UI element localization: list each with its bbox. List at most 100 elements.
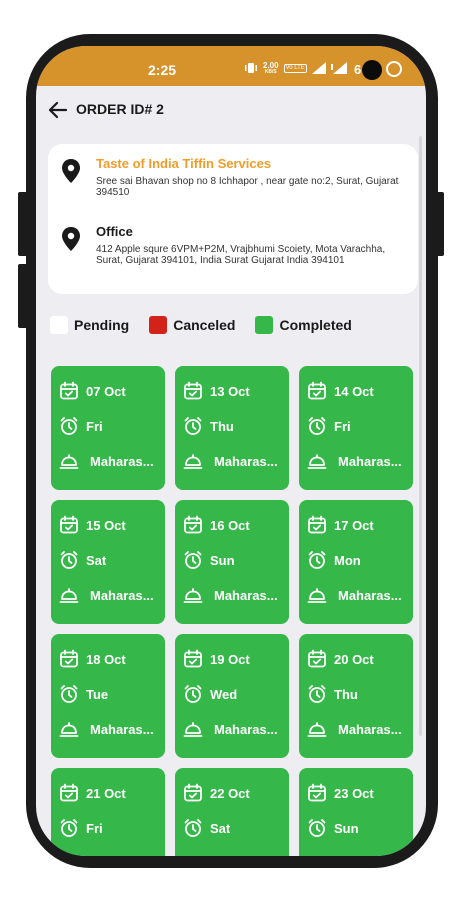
day-date-text: 20 Oct [334,651,374,667]
calendar-check-icon [60,381,78,400]
day-weekday: Fri [307,416,351,436]
meal-cloche-icon [59,853,79,856]
alarm-clock-icon [308,551,326,569]
alarm-clock-icon [60,417,78,435]
location-pin-icon [62,159,80,183]
day-meal: Maharas... [307,451,402,471]
day-meal [59,853,90,856]
front-camera [362,60,382,80]
day-meal-text: Maharas... [90,587,154,603]
status-legend: Pending Canceled Completed [50,314,372,336]
day-weekday-text: Sat [210,820,231,836]
legend-canceled: Canceled [149,316,235,334]
day-weekday: Fri [59,818,103,838]
status-battery-text: 6 [354,62,362,77]
legend-swatch [255,316,274,334]
day-meal: Maharas... [183,585,278,605]
day-date-text: 23 Oct [334,785,374,801]
day-meal-text: Maharas... [90,453,154,469]
day-meal [183,853,214,856]
day-weekday-text: Sat [86,552,107,568]
signal-icon [311,62,326,74]
day-weekday: Fri [59,416,103,436]
meal-cloche-icon [183,722,203,737]
meal-cloche-icon [59,454,79,469]
day-card[interactable]: 22 Oct Sat [175,768,289,856]
day-meal: Maharas... [59,719,154,739]
legend-completed: Completed [255,316,352,334]
app-header: ORDER ID# 2 [36,86,426,142]
day-date: 17 Oct [307,515,374,535]
day-weekday: Wed [183,684,237,704]
day-card[interactable]: 23 Oct Sun [299,768,413,856]
day-meal: Maharas... [183,451,278,471]
day-date-text: 22 Oct [210,785,250,801]
address-card: Taste of India Tiffin Services Sree sai … [48,144,418,294]
volte-badge: Vo LTE [283,63,307,73]
day-card[interactable]: 18 Oct Tue Maharas... [51,634,165,758]
day-date-text: 14 Oct [334,383,374,399]
status-bar: 2:25 2.00 KB/S Vo LTE 6 [36,46,426,86]
day-card[interactable]: 17 Oct Mon Maharas... [299,500,413,624]
day-meal-text: Maharas... [214,721,278,737]
day-meal-text: Maharas... [338,453,402,469]
calendar-check-icon [60,783,78,802]
day-weekday: Thu [307,684,358,704]
alarm-clock-icon [184,685,202,703]
meal-cloche-icon [183,853,203,856]
alarm-clock-icon [184,417,202,435]
day-card[interactable]: 21 Oct Fri [51,768,165,856]
calendar-check-icon [184,381,202,400]
day-weekday: Tue [59,684,108,704]
vibrate-icon [244,62,258,74]
day-weekday: Mon [307,550,361,570]
day-weekday-text: Tue [86,686,109,702]
alarm-clock-icon [308,819,326,837]
status-time: 2:25 [148,62,177,78]
battery-icon [386,61,402,77]
day-date: 18 Oct [59,649,126,669]
alarm-clock-icon [308,685,326,703]
day-card[interactable]: 13 Oct Thu Maharas... [175,366,289,490]
day-meal-text: Maharas... [90,721,154,737]
day-card[interactable]: 15 Oct Sat Maharas... [51,500,165,624]
day-date-text: 21 Oct [86,785,126,801]
alarm-clock-icon [184,819,202,837]
meal-cloche-icon [307,454,327,469]
alarm-clock-icon [60,819,78,837]
day-card[interactable]: 16 Oct Sun Maharas... [175,500,289,624]
alarm-clock-icon [60,551,78,569]
day-weekday-text: Fri [86,418,103,434]
day-weekday: Sat [183,818,230,838]
day-date: 21 Oct [59,783,126,803]
day-date: 16 Oct [183,515,250,535]
legend-swatch [149,316,168,334]
day-weekday-text: Mon [334,552,361,568]
day-card[interactable]: 20 Oct Thu Maharas... [299,634,413,758]
day-card[interactable]: 14 Oct Fri Maharas... [299,366,413,490]
meal-cloche-icon [307,722,327,737]
day-date: 15 Oct [59,515,126,535]
meal-cloche-icon [307,853,327,856]
calendar-check-icon [184,783,202,802]
day-weekday-text: Thu [334,686,358,702]
day-weekday: Sun [183,550,235,570]
day-date: 23 Oct [307,783,374,803]
day-date-text: 18 Oct [86,651,126,667]
back-arrow-icon[interactable] [46,98,70,122]
day-weekday-text: Fri [86,820,103,836]
day-weekday: Sun [307,818,359,838]
scrollbar[interactable] [419,136,422,736]
calendar-check-icon [308,649,326,668]
day-card[interactable]: 19 Oct Wed Maharas... [175,634,289,758]
day-card[interactable]: 07 Oct Fri Maharas... [51,366,165,490]
day-meal [307,853,338,856]
day-meal-text: Maharas... [214,587,278,603]
meal-cloche-icon [183,454,203,469]
alarm-clock-icon [184,551,202,569]
legend-pending: Pending [50,316,129,334]
day-meal-text: Maharas... [214,453,278,469]
day-meal: Maharas... [307,585,402,605]
day-date-text: 16 Oct [210,517,250,533]
day-meal-text: Maharas... [338,721,402,737]
